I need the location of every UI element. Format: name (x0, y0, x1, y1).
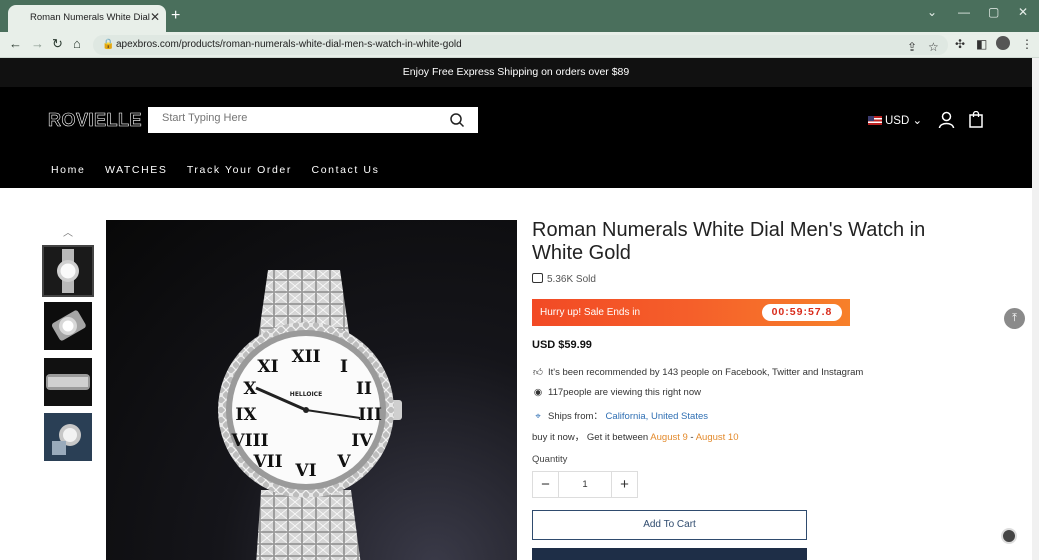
watch-brand-text: HELLOICE (290, 391, 322, 398)
maximize-icon[interactable]: ▢ (988, 5, 999, 19)
countdown-timer: 00:59:57.8 (762, 304, 842, 321)
svg-text:I: I (340, 357, 348, 377)
tab-search-icon[interactable]: ⌄ (927, 5, 937, 19)
buy-now-button[interactable] (532, 548, 807, 560)
back-to-top-icon[interactable]: ⤒ (1004, 308, 1025, 329)
svg-text:III: III (358, 405, 382, 425)
recommended-text: It's been recommended by 143 people on F… (548, 367, 864, 378)
delivery-start-date: August 9 (650, 432, 688, 443)
side-panel-icon[interactable]: ◧ (976, 37, 987, 51)
svg-text:VI: VI (294, 461, 316, 481)
quantity-decrease-button[interactable]: − (533, 472, 559, 497)
product-title: Roman Numerals White Dial Men's Watch in… (532, 219, 926, 264)
forward-icon[interactable]: → (31, 36, 44, 51)
location-pin-icon: ⌖ (535, 411, 541, 422)
svg-text:VIII: VIII (230, 431, 268, 451)
svg-text:X: X (243, 379, 257, 399)
eye-icon: ◉ (533, 387, 543, 398)
back-icon[interactable]: ← (9, 36, 22, 51)
minimize-icon[interactable]: — (958, 5, 970, 19)
browser-tab[interactable]: Roman Numerals White Dial Men's Watch in… (8, 5, 166, 32)
tab-title: Roman Numerals White Dial Men's Watch in… (30, 12, 152, 23)
chevron-down-icon: ⌄ (912, 115, 923, 127)
url-field[interactable]: 🔒 apexbros.com/products/roman-numerals-w… (93, 35, 948, 55)
delivery-row: buy it now， Get it between August 9 - Au… (532, 429, 739, 443)
watch-image: XII I II III IV V VI VII VIII IX X XI HE… (218, 270, 402, 560)
ships-from-row: ⌖ Ships from： California, United States (532, 408, 708, 422)
sale-banner: Hurry up! Sale Ends in 00:59:57.8 (532, 299, 850, 326)
lock-icon: 🔒 (102, 39, 115, 50)
reload-icon[interactable]: ↻ (52, 36, 63, 52)
share-icon[interactable]: ⇪ (907, 40, 917, 54)
quantity-label: Quantity (532, 454, 568, 465)
ships-from-label: Ships from： (548, 411, 603, 422)
close-window-icon[interactable]: ✕ (1018, 5, 1028, 19)
add-to-cart-button[interactable]: Add To Cart (532, 510, 807, 540)
thumbnail-up-chevron-icon[interactable]: ︿ (63, 224, 73, 239)
watch-thumbnail-image (57, 249, 79, 293)
product-thumbnail-2[interactable] (44, 302, 92, 350)
ships-from-location[interactable]: California, United States (606, 411, 708, 422)
tab-close-icon[interactable]: ✕ (150, 10, 160, 24)
svg-text:XII: XII (291, 347, 320, 367)
cart-bag-icon[interactable] (969, 111, 983, 128)
us-flag-icon (868, 116, 882, 126)
browser-tab-bar: Roman Numerals White Dial Men's Watch in… (0, 0, 1039, 32)
svg-text:V: V (336, 452, 351, 472)
site-logo[interactable]: ROVIELLE (48, 110, 142, 131)
shopping-bag-icon (532, 273, 543, 283)
product-price: USD $59.99 (532, 339, 592, 351)
svg-text:II: II (356, 379, 372, 399)
sale-label: Hurry up! Sale Ends in (540, 307, 641, 318)
currency-label: USD (885, 115, 910, 127)
home-icon[interactable]: ⌂ (73, 36, 81, 51)
currency-selector[interactable]: USD ⌄ (868, 113, 922, 127)
watch-thumbnail-image (44, 413, 92, 461)
svg-text:IV: IV (351, 431, 373, 451)
page-scrollbar[interactable] (1032, 58, 1039, 560)
nav-home[interactable]: Home (51, 164, 85, 176)
nav-watches[interactable]: WATCHES (105, 164, 168, 176)
product-thumbnail-4[interactable] (44, 413, 92, 461)
nav-track-order[interactable]: Track Your Order (187, 164, 292, 176)
new-tab-button[interactable]: + (171, 7, 180, 25)
watch-thumbnail-image (44, 358, 92, 406)
web-page: Enjoy Free Express Shipping on orders ov… (0, 58, 1032, 560)
nav-contact[interactable]: Contact Us (312, 164, 380, 176)
svg-text:XI: XI (257, 357, 278, 377)
profile-avatar[interactable] (996, 36, 1010, 50)
thumbs-up-icon: 👍︎ (533, 367, 543, 378)
address-toolbar: ← → ↻ ⌂ 🔒 apexbros.com/products/roman-nu… (0, 32, 1039, 58)
viewing-text: 117people are viewing this right now (548, 387, 701, 398)
viewing-row: ◉ 117people are viewing this right now (532, 387, 701, 398)
quantity-increase-button[interactable]: + (611, 472, 637, 497)
sold-count: 5.36K Sold (532, 273, 596, 285)
sold-count-text: 5.36K Sold (547, 274, 596, 285)
search-box[interactable] (148, 107, 478, 133)
main-nav: Home WATCHES Track Your Order Contact Us (51, 164, 394, 176)
url-text: apexbros.com/products/roman-numerals-whi… (116, 39, 462, 50)
delivery-end-date: August 10 (695, 432, 739, 443)
quantity-stepper: − 1 + (532, 471, 638, 498)
delivery-separator: - (687, 432, 696, 443)
svg-text:IX: IX (235, 405, 257, 425)
product-thumbnail-3[interactable] (44, 358, 92, 406)
product-thumbnail-1[interactable] (42, 245, 94, 297)
search-icon[interactable] (449, 112, 465, 128)
chat-widget-icon[interactable] (1001, 528, 1017, 544)
product-main-image[interactable]: XII I II III IV V VI VII VIII IX X XI HE… (106, 220, 517, 560)
browser-menu-icon[interactable]: ⋮ (1021, 37, 1033, 51)
site-header: ROVIELLE USD ⌄ Home WATCHES Track Your O… (0, 87, 1032, 188)
bookmark-star-icon[interactable]: ☆ (928, 40, 939, 54)
svg-text:VII: VII (252, 452, 282, 472)
search-input[interactable] (162, 112, 442, 124)
announcement-bar: Enjoy Free Express Shipping on orders ov… (0, 58, 1032, 87)
delivery-prefix: buy it now， Get it between (532, 432, 649, 443)
account-icon[interactable] (938, 111, 955, 129)
extensions-icon[interactable]: ✣ (955, 37, 965, 51)
quantity-value[interactable]: 1 (559, 472, 611, 497)
watch-thumbnail-image (51, 310, 86, 341)
recommended-row: 👍︎ It's been recommended by 143 people on… (532, 366, 863, 378)
